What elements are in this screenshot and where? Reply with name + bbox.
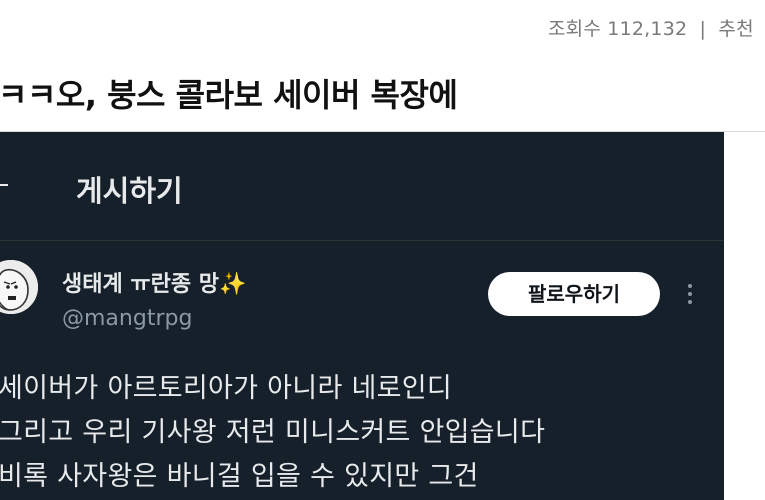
page: 조회수 112,132 | 추천 ㅋㅋ오, 붕스 콜라보 세이버 복장에 게시하… xyxy=(0,0,765,500)
post-title: ㅋㅋ오, 붕스 콜라보 세이버 복장에 xyxy=(0,76,458,114)
embedded-tweet-screenshot: 게시하기 생태계 ㅠ란종 망✨ @mangtrpg 팔로우하기 세이버가 아르토… xyxy=(0,132,724,500)
tweet-header: 게시하기 xyxy=(0,132,724,240)
author-name-text: 생태계 ㅠ란종 망 xyxy=(62,272,219,297)
tweet-text-line-1: 세이버가 아르토리아가 아니라 네로인디 xyxy=(0,373,453,404)
follow-button[interactable]: 팔로우하기 xyxy=(488,272,660,316)
author-display-name[interactable]: 생태계 ㅠ란종 망✨ xyxy=(62,266,246,298)
tweet-header-divider xyxy=(0,240,724,241)
recommend-label[interactable]: 추천 xyxy=(718,18,753,40)
views-count: 112,132 xyxy=(607,18,688,40)
tweet-text-line-2: 그리고 우리 기사왕 저런 미니스커트 안입습니다 xyxy=(0,417,546,448)
back-arrow-icon[interactable] xyxy=(0,184,8,186)
right-margin xyxy=(724,132,765,500)
sparkle-icon: ✨ xyxy=(219,272,247,297)
tweet-header-title: 게시하기 xyxy=(76,174,183,208)
views-label: 조회수 xyxy=(548,18,602,40)
more-options-icon[interactable] xyxy=(682,280,698,310)
author-handle[interactable]: @mangtrpg xyxy=(62,306,192,331)
post-meta: 조회수 112,132 | 추천 xyxy=(548,14,754,41)
meta-separator: | xyxy=(699,18,707,40)
avatar[interactable] xyxy=(0,260,38,314)
avatar-drawing-icon xyxy=(0,260,38,314)
tweet-text-line-3: 비록 사자왕은 바니걸 입을 수 있지만 그건 xyxy=(0,461,479,492)
